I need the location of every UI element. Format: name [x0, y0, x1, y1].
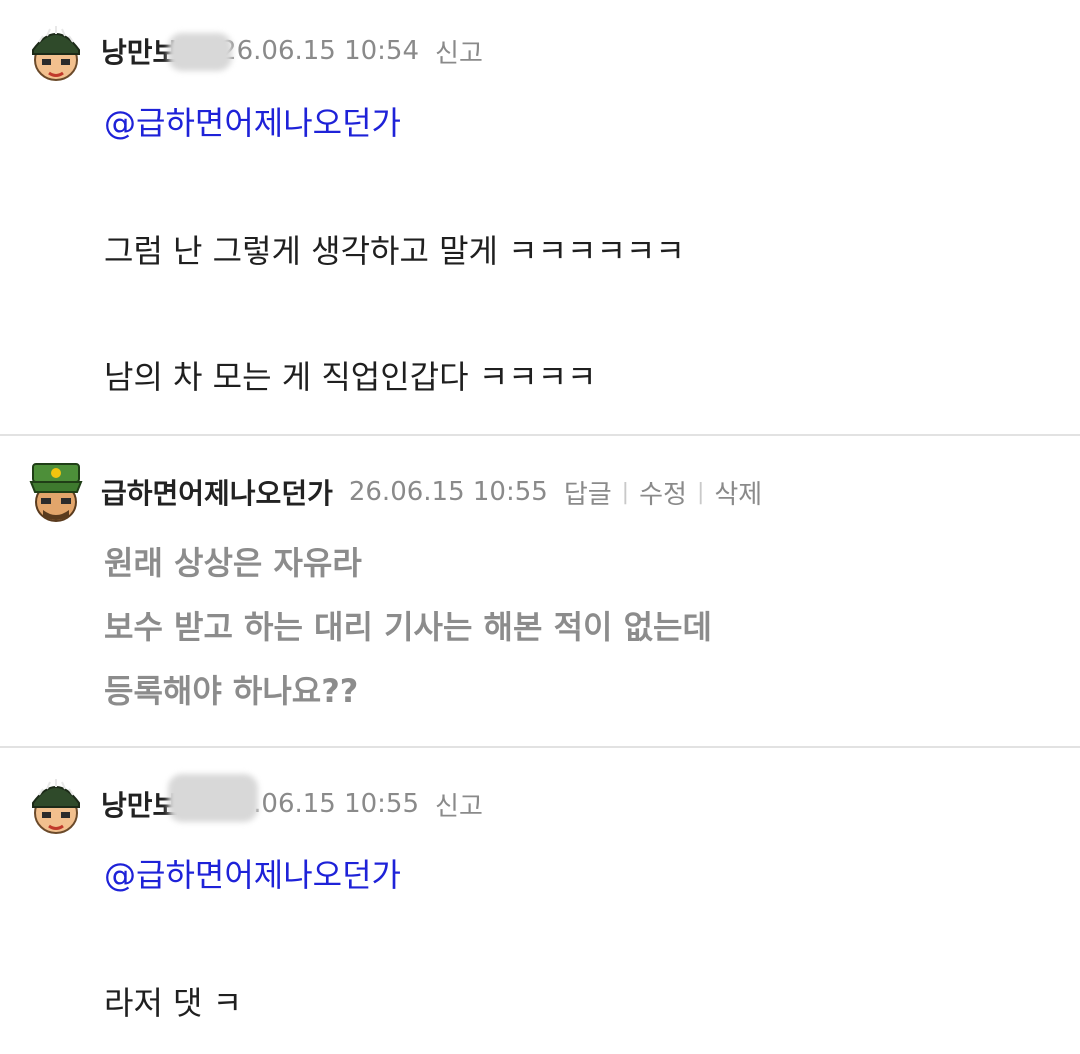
comment-meta: 낭만보드 26.06.15 10:55 신고 [101, 784, 483, 824]
redaction-blur [168, 33, 232, 71]
reply-button[interactable]: 답글 [564, 474, 612, 511]
mention-link[interactable]: @급하면어제나오던가 [104, 98, 401, 144]
comment-meta: 낭만보드 26.06.15 10:54 신고 [101, 31, 483, 71]
redaction-blur [168, 774, 258, 822]
comment-text-line: 등록해야 하나요?? [104, 672, 359, 710]
comment-text-line: 보수 받고 하는 대리 기사는 해본 적이 없는데 [104, 608, 712, 646]
comment-text-line: 원래 상상은 자유라 [104, 544, 362, 582]
comment-divider [0, 434, 1080, 436]
action-separator: | [696, 479, 705, 505]
nickname[interactable]: 급하면어제나오던가 [101, 472, 333, 512]
edit-button[interactable]: 수정 [639, 474, 687, 511]
user-avatar-icon[interactable] [25, 462, 87, 524]
comment-text-line: 남의 차 모는 게 직업인갑다 ㅋㅋㅋㅋ [104, 358, 597, 396]
comment-date: 26.06.15 10:54 [220, 36, 420, 66]
comment-meta: 급하면어제나오던가 26.06.15 10:55 답글 | 수정 | 삭제 [101, 472, 762, 512]
mention-link[interactable]: @급하면어제나오던가 [104, 850, 401, 896]
action-separator: | [621, 479, 630, 505]
comment-text-line: 라저 댓 ㅋ [104, 984, 243, 1022]
user-avatar-icon[interactable] [25, 22, 87, 84]
comment-divider [0, 746, 1080, 748]
report-button[interactable]: 신고 [435, 786, 483, 823]
report-button[interactable]: 신고 [435, 33, 483, 70]
comment-date: 26.06.15 10:55 [348, 477, 548, 507]
user-avatar-icon[interactable] [25, 775, 87, 837]
delete-button[interactable]: 삭제 [714, 474, 762, 511]
comment-text-line: 그럼 난 그렇게 생각하고 말게 ㅋㅋㅋㅋㅋㅋ [104, 232, 685, 270]
